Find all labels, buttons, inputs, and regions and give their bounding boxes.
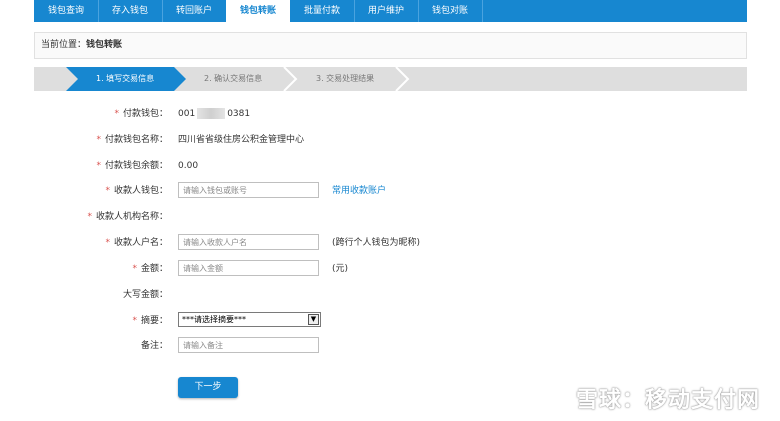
row-amount: *金额： (元) <box>0 260 780 278</box>
breadcrumb: 当前位置：钱包转账 <box>34 32 747 59</box>
row-payer-wallet: * 付款钱包： 001 0381 <box>0 105 780 123</box>
breadcrumb-current: 钱包转账 <box>86 40 123 50</box>
tab-wallet-query[interactable]: 钱包查询 <box>34 0 99 22</box>
masked-number <box>197 108 226 119</box>
row-amount-upper: 大写金额： <box>0 286 780 304</box>
payer-wallet-name-value: 四川省省级住房公积金管理中心 <box>178 135 305 145</box>
row-payee-account-name: *收款人户名： (跨行个人钱包为昵称) <box>0 234 780 252</box>
payee-org-name-label: 收款人机构名称： <box>95 212 168 222</box>
row-payer-wallet-name: * 付款钱包名称： 四川省省级住房公积金管理中心 <box>0 131 780 149</box>
tab-batch-payment[interactable]: 批量付款 <box>290 0 355 22</box>
row-remark: 备注： <box>0 337 780 355</box>
required-mark: * <box>105 238 110 248</box>
payee-account-name-label: 收款人户名： <box>113 238 168 248</box>
step-2-label: 2. 确认交易信息 <box>204 74 263 83</box>
progress-steps: 1. 填写交易信息 2. 确认交易信息 3. 交易处理结果 <box>34 67 747 91</box>
payee-account-name-note: (跨行个人钱包为昵称) <box>332 238 421 248</box>
step-1-label: 1. 填写交易信息 <box>96 74 155 83</box>
amount-input[interactable] <box>178 260 319 276</box>
payee-wallet-input[interactable] <box>178 182 319 198</box>
row-summary: * 摘要： ***请选择摘要*** ▼ <box>0 312 780 330</box>
required-mark: * <box>114 109 119 119</box>
required-mark: * <box>132 316 137 326</box>
chevron-down-icon[interactable]: ▼ <box>308 314 319 325</box>
common-payee-accounts-link[interactable]: 常用收款账户 <box>332 182 386 200</box>
payee-wallet-label: 收款人钱包： <box>113 186 168 196</box>
required-mark: * <box>105 186 110 196</box>
watermark: 雪球：移动支付网 <box>575 382 760 413</box>
remark-input[interactable] <box>178 337 319 353</box>
remark-label: 备注： <box>140 341 168 351</box>
next-step-button[interactable]: 下一步 <box>178 377 238 398</box>
watermark-text: 雪球：移动支付网 <box>575 388 760 413</box>
summary-label: 摘要： <box>140 316 168 326</box>
row-payee-wallet: *收款人钱包： 常用收款账户 <box>0 182 780 200</box>
amount-label: 金额： <box>140 264 168 274</box>
tab-deposit-wallet[interactable]: 存入钱包 <box>98 0 163 22</box>
required-mark: * <box>96 161 101 171</box>
top-nav: 钱包查询 存入钱包 转回账户 钱包转账 批量付款 用户维护 钱包对账 <box>34 0 747 24</box>
amount-unit: (元) <box>332 264 349 274</box>
payer-wallet-balance-label: 付款钱包余额： <box>104 161 168 171</box>
payer-wallet-label: 付款钱包： <box>122 109 168 119</box>
required-mark: * <box>132 264 137 274</box>
row-payer-wallet-balance: * 付款钱包余额： 0.00 <box>0 157 780 175</box>
tab-wallet-transfer[interactable]: 钱包转账 <box>226 0 290 24</box>
payer-wallet-balance-value: 0.00 <box>178 161 199 171</box>
summary-select[interactable]: ***请选择摘要*** ▼ <box>178 312 321 327</box>
summary-selected-value: ***请选择摘要*** <box>182 315 246 324</box>
amount-upper-label: 大写金额： <box>122 290 168 300</box>
tab-transfer-back[interactable]: 转回账户 <box>162 0 227 22</box>
row-payee-org-name: * 收款人机构名称： <box>0 208 780 226</box>
payee-account-name-input[interactable] <box>178 234 319 250</box>
breadcrumb-label: 当前位置： <box>41 40 87 50</box>
payer-wallet-value: 001 0381 <box>178 108 251 119</box>
required-mark: * <box>87 212 92 222</box>
step-3-label: 3. 交易处理结果 <box>316 74 375 83</box>
tab-user-maintenance[interactable]: 用户维护 <box>354 0 419 22</box>
required-mark: * <box>96 135 101 145</box>
payer-wallet-name-label: 付款钱包名称： <box>104 135 168 145</box>
tab-wallet-reconcile[interactable]: 钱包对账 <box>418 0 483 22</box>
